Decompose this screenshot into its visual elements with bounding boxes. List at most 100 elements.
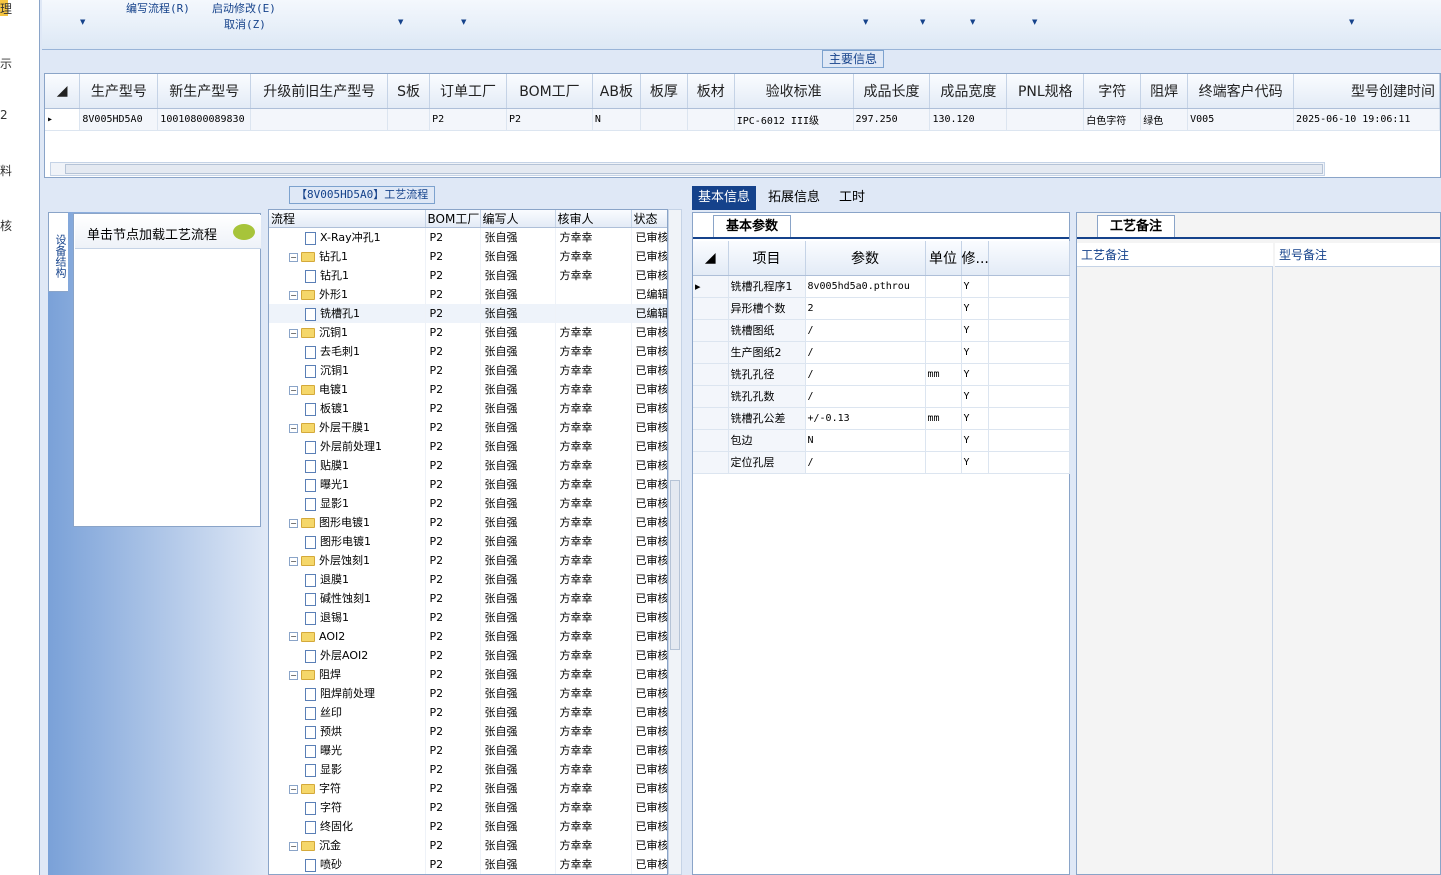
tree-row[interactable]: 图形电镀1 P2 张自强 方幸幸 已审核	[269, 531, 667, 551]
param-cell[interactable]: Y	[961, 319, 989, 342]
chevron-down-icon[interactable]: ▼	[863, 18, 868, 26]
tree-row[interactable]: − 沉金 P2 张自强 方幸幸 已审核	[269, 835, 667, 855]
collapse-icon[interactable]: −	[289, 841, 298, 851]
param-row[interactable]: 铣孔孔数 / Y	[693, 385, 1070, 408]
param-cell[interactable]: 铣槽孔程序1	[728, 275, 806, 298]
param-row[interactable]: 异形槽个数 2 Y	[693, 297, 1070, 320]
horizontal-scrollbar[interactable]	[50, 162, 1325, 176]
table-cell[interactable]	[250, 108, 389, 131]
param-cell[interactable]: mm	[925, 363, 962, 386]
tree-row[interactable]: 曝光 P2 张自强 方幸幸 已审核	[269, 740, 667, 760]
param-cell[interactable]: /	[805, 319, 926, 342]
col-header[interactable]: BOM工厂	[425, 210, 481, 228]
col-header[interactable]: BOM工厂	[506, 74, 593, 109]
param-cell[interactable]: 铣槽图纸	[728, 319, 806, 342]
tree-row[interactable]: − 外层干膜1 P2 张自强 方幸幸 已审核	[269, 417, 667, 437]
tree-row[interactable]: 外层AOI2 P2 张自强 方幸幸 已审核	[269, 645, 667, 665]
tree-row[interactable]: 退膜1 P2 张自强 方幸幸 已审核	[269, 569, 667, 589]
collapse-icon[interactable]: −	[289, 518, 298, 528]
param-cell[interactable]: 8v005hd5a0.pthrou	[805, 275, 926, 298]
param-cell[interactable]: Y	[961, 275, 989, 298]
model-remark-textarea[interactable]	[1275, 267, 1440, 874]
tree-row[interactable]: 退锡1 P2 张自强 方幸幸 已审核	[269, 607, 667, 627]
cancel-button[interactable]: 取消(Z)	[224, 16, 266, 32]
chevron-down-icon[interactable]: ▼	[920, 18, 925, 26]
chevron-down-icon[interactable]: ▼	[970, 18, 975, 26]
process-remark-textarea[interactable]	[1077, 267, 1273, 874]
table-cell[interactable]: 297.250	[853, 108, 931, 131]
col-header[interactable]: 成品长度	[853, 74, 931, 109]
param-cell[interactable]: mm	[925, 407, 962, 430]
collapse-icon[interactable]: −	[289, 670, 298, 680]
tab-work-hours[interactable]: 工时	[833, 186, 871, 210]
table-cell[interactable]	[640, 108, 688, 131]
col-header[interactable]: 终端客户代码	[1187, 74, 1295, 109]
collapse-icon[interactable]: −	[289, 556, 298, 566]
col-header[interactable]: 字符	[1083, 74, 1142, 109]
collapse-icon[interactable]: −	[289, 252, 298, 262]
tree-row[interactable]: 显影 P2 张自强 方幸幸 已审核	[269, 759, 667, 779]
table-cell[interactable]	[387, 108, 431, 131]
collapse-icon[interactable]: −	[289, 385, 298, 395]
table-cell[interactable]: 10010800089830	[157, 108, 252, 131]
param-cell[interactable]	[925, 385, 962, 408]
param-cell[interactable]: /	[805, 341, 926, 364]
col-header[interactable]: 板材	[687, 74, 735, 109]
table-cell[interactable]	[1006, 108, 1085, 131]
param-cell[interactable]: +/-0.13	[805, 407, 926, 430]
tree-row[interactable]: 外层前处理1 P2 张自强 方幸幸 已审核	[269, 436, 667, 456]
scrollbar-thumb[interactable]	[670, 480, 680, 650]
tree-row[interactable]: 预烘 P2 张自强 方幸幸 已审核	[269, 721, 667, 741]
col-header[interactable]: 订单工厂	[429, 74, 508, 109]
col-header[interactable]: 板厚	[640, 74, 688, 109]
collapse-icon[interactable]: −	[289, 290, 298, 300]
param-cell[interactable]	[925, 429, 962, 452]
collapse-icon[interactable]: −	[289, 784, 298, 794]
col-header[interactable]: 验收标准	[734, 74, 854, 109]
table-cell[interactable]: 绿色	[1140, 108, 1189, 131]
param-cell[interactable]: 生产图纸2	[728, 341, 806, 364]
table-cell[interactable]: IPC-6012 III级	[734, 108, 854, 131]
param-cell[interactable]: 包边	[728, 429, 806, 452]
speech-bubble-icon[interactable]	[233, 224, 255, 240]
col-header[interactable]: 核审人	[555, 210, 632, 228]
left-nav-item[interactable]: 料	[0, 162, 12, 179]
table-cell[interactable]: 8V005HD5A0	[79, 108, 159, 131]
tree-row[interactable]: − 钻孔1 P2 张自强 方幸幸 已审核	[269, 246, 667, 266]
tree-row[interactable]: − 字符 P2 张自强 方幸幸 已审核	[269, 778, 667, 798]
tree-row[interactable]: 碱性蚀刻1 P2 张自强 方幸幸 已审核	[269, 588, 667, 608]
table-cell[interactable]: 130.120	[929, 108, 1008, 131]
param-cell[interactable]: Y	[961, 451, 989, 474]
tree-row[interactable]: 丝印 P2 张自强 方幸幸 已审核	[269, 702, 667, 722]
col-header[interactable]: 编写人	[480, 210, 556, 228]
tree-row[interactable]: 喷砂 P2 张自强 方幸幸 已审核	[269, 854, 667, 874]
table-row[interactable]: ▸ 8V005HD5A0 10010800089830 P2 P2 N IPC-…	[45, 108, 1440, 131]
param-cell[interactable]: 铣槽孔公差	[728, 407, 806, 430]
scrollbar-thumb[interactable]	[65, 164, 1323, 174]
col-header[interactable]: S板	[387, 74, 431, 109]
param-cell[interactable]: 异形槽个数	[728, 297, 806, 320]
col-header[interactable]: 参数	[805, 241, 926, 276]
col-header[interactable]: 状态	[631, 210, 667, 228]
param-cell[interactable]: 定位孔层	[728, 451, 806, 474]
left-nav-item[interactable]: 理	[0, 0, 12, 17]
tree-row[interactable]: 曝光1 P2 张自强 方幸幸 已审核	[269, 474, 667, 494]
tree-row[interactable]: 沉铜1 P2 张自强 方幸幸 已审核	[269, 360, 667, 380]
collapse-icon[interactable]: −	[289, 423, 298, 433]
tree-row[interactable]: 终固化 P2 张自强 方幸幸 已审核	[269, 816, 667, 836]
param-row[interactable]: 生产图纸2/ Y	[693, 341, 1070, 364]
col-header[interactable]: 项目	[728, 241, 806, 276]
param-cell[interactable]: /	[805, 363, 926, 386]
col-header[interactable]: 新生产型号	[157, 74, 252, 109]
collapse-icon[interactable]: −	[289, 328, 298, 338]
param-cell[interactable]: Y	[961, 385, 989, 408]
tab-basic-info[interactable]: 基本信息	[692, 186, 757, 210]
col-header[interactable]: 流程	[269, 210, 426, 228]
tab-extended-info[interactable]: 拓展信息	[762, 186, 826, 210]
table-cell[interactable]	[687, 108, 735, 131]
param-cell[interactable]: Y	[961, 341, 989, 364]
chevron-down-icon[interactable]: ▼	[80, 18, 85, 26]
tree-row[interactable]: 钻孔1 P2 张自强 方幸幸 已审核	[269, 265, 667, 285]
chevron-down-icon[interactable]: ▼	[1032, 18, 1037, 26]
table-cell[interactable]: 白色字符	[1083, 108, 1142, 131]
